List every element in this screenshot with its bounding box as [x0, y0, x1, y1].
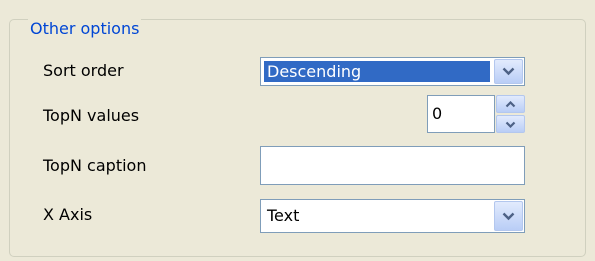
topn-caption-field[interactable]	[260, 146, 525, 185]
topn-values-value: 0	[432, 104, 443, 123]
x-axis-dropdown-button[interactable]	[494, 201, 523, 231]
x-axis-label: X Axis	[43, 205, 93, 224]
chevron-down-icon	[505, 121, 516, 128]
spin-down-button[interactable]	[496, 115, 525, 133]
sort-order-label: Sort order	[43, 61, 124, 80]
topn-values-spinner	[496, 95, 525, 133]
chevron-up-icon	[505, 100, 516, 107]
spin-up-button[interactable]	[496, 95, 525, 113]
topn-values-input[interactable]: 0	[427, 95, 495, 133]
chevron-down-icon	[502, 212, 515, 220]
sort-order-value: Descending	[264, 61, 490, 82]
sort-order-dropdown-button[interactable]	[494, 59, 523, 84]
x-axis-value: Text	[267, 206, 300, 225]
sort-order-dropdown[interactable]: Descending	[260, 57, 525, 86]
topn-caption-label: TopN caption	[43, 156, 147, 175]
groupbox-title: Other options	[28, 19, 142, 39]
x-axis-dropdown[interactable]: Text	[260, 199, 525, 233]
chevron-down-icon	[502, 67, 515, 76]
topn-values-label: TopN values	[43, 106, 140, 125]
